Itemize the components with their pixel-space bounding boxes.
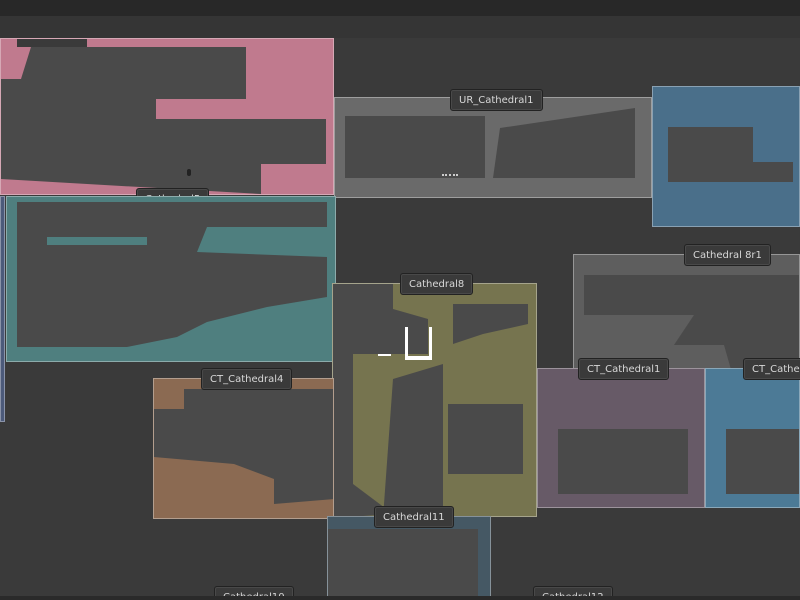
level-map-canvas[interactable]: Cathedral5 UR_Cathedral1 Cathedral 8r1 bbox=[0, 38, 800, 600]
player-spawn-right-post bbox=[429, 327, 432, 357]
label-cathedral8[interactable]: Cathedral8 bbox=[400, 273, 474, 295]
bottom-edge-strip bbox=[0, 596, 800, 600]
room-ur-cathedral1-terrain bbox=[345, 108, 635, 178]
room-cathedral-teal[interactable] bbox=[6, 196, 336, 362]
room-ct-cathedral4-terrain bbox=[154, 389, 333, 504]
room-cathedral5-terrain bbox=[1, 39, 326, 194]
room-cathedral5[interactable] bbox=[0, 38, 334, 195]
room-ct-cathedral4[interactable] bbox=[153, 378, 334, 519]
label-cathedral11[interactable]: Cathedral11 bbox=[374, 506, 454, 528]
room-ur-cathedral1[interactable] bbox=[334, 97, 652, 198]
room-ur-cathedral1-spikes bbox=[442, 174, 458, 179]
room-ct-cathedral1-terrain bbox=[558, 429, 688, 494]
room-cathedral8[interactable] bbox=[332, 283, 537, 517]
platform-marker bbox=[378, 354, 391, 356]
label-ct-cathedral4[interactable]: CT_Cathedral4 bbox=[201, 368, 293, 390]
room-ct-cathed-cut-terrain bbox=[726, 429, 799, 494]
label-ct-cathedral1[interactable]: CT_Cathedral1 bbox=[578, 358, 670, 380]
room-cathedral-teal-terrain bbox=[17, 202, 327, 347]
editor-top-bar bbox=[0, 0, 800, 16]
room-cathedral11-terrain bbox=[328, 529, 478, 599]
room-left-edge-strip bbox=[0, 196, 5, 422]
player-spawn-left-post bbox=[405, 327, 408, 357]
room-ct-cathed-cut[interactable] bbox=[705, 368, 800, 508]
editor-toolbar-strip bbox=[0, 16, 800, 38]
room-ct-cathedral1[interactable] bbox=[537, 368, 705, 508]
room-blue-right[interactable] bbox=[652, 86, 800, 227]
room-cathedral5-marker bbox=[187, 169, 191, 176]
player-spawn-base bbox=[405, 356, 432, 360]
room-cathedral8-terrain bbox=[333, 284, 528, 516]
room-blue-right-terrain bbox=[668, 127, 793, 182]
label-ct-cathed-cut[interactable]: CT_Cathed bbox=[743, 358, 800, 380]
label-ur-cathedral1[interactable]: UR_Cathedral1 bbox=[450, 89, 543, 111]
label-cathedral-8r1[interactable]: Cathedral 8r1 bbox=[684, 244, 771, 266]
